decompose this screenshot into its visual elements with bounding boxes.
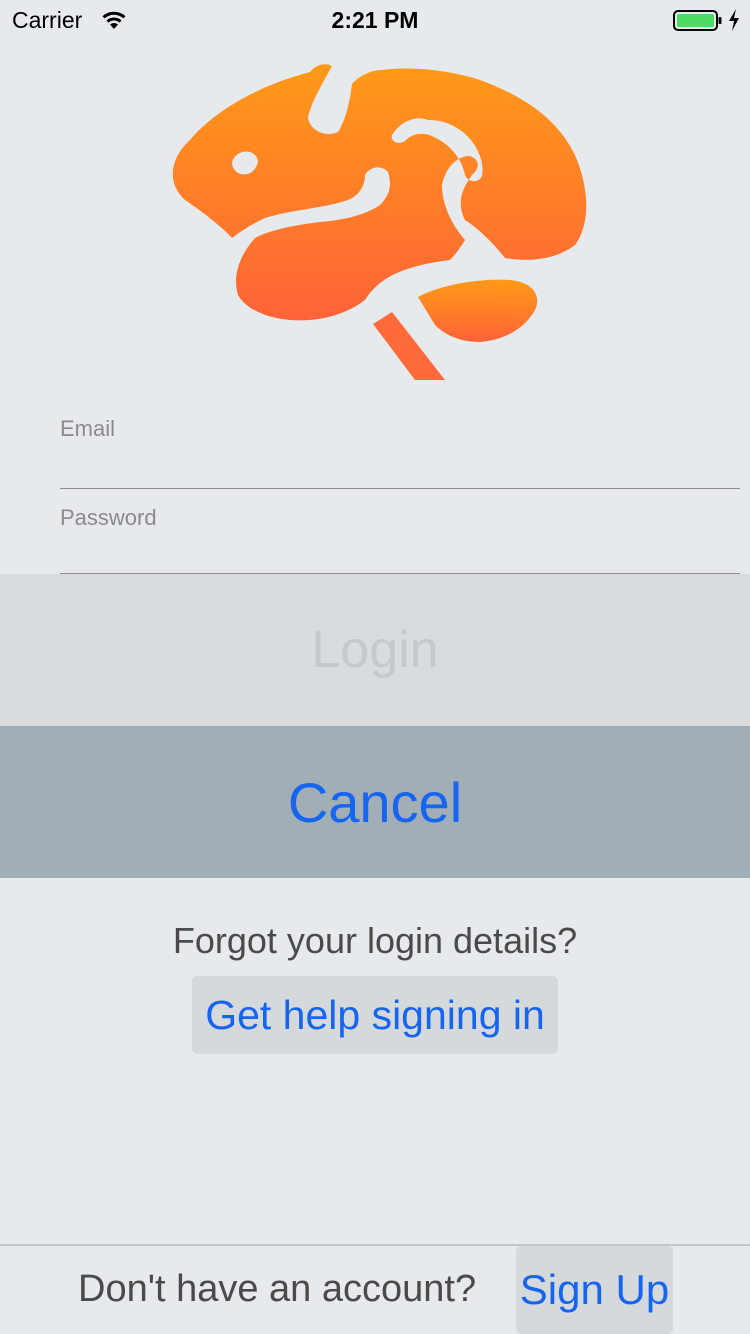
status-time: 2:21 PM <box>331 7 419 33</box>
login-button[interactable]: Login <box>0 574 750 726</box>
password-field[interactable]: Password <box>60 493 740 574</box>
sign-up-label: Sign Up <box>519 1266 670 1313</box>
status-bar: Carrier 2:21 PM <box>0 0 750 40</box>
login-button-label: Login <box>311 621 439 679</box>
cancel-button-label: Cancel <box>287 770 463 834</box>
email-input[interactable] <box>60 448 740 482</box>
brain-logo-icon <box>172 64 587 380</box>
login-screen: Carrier 2:21 PM Email Password Login Can… <box>0 0 750 1334</box>
password-input[interactable] <box>60 537 740 571</box>
battery-icon <box>673 10 722 31</box>
email-label: Email <box>60 416 116 441</box>
cancel-button[interactable]: Cancel <box>0 726 750 878</box>
email-field[interactable]: Email <box>60 404 740 489</box>
get-help-signing-in-button[interactable]: Get help signing in <box>192 976 558 1054</box>
charging-bolt-icon <box>729 9 739 31</box>
sign-up-button[interactable]: Sign Up <box>516 1246 673 1334</box>
no-account-text: Don't have an account? <box>78 1268 477 1310</box>
forgot-details-text: Forgot your login details? <box>172 920 578 961</box>
get-help-label: Get help signing in <box>205 991 545 1038</box>
password-label: Password <box>60 505 157 530</box>
